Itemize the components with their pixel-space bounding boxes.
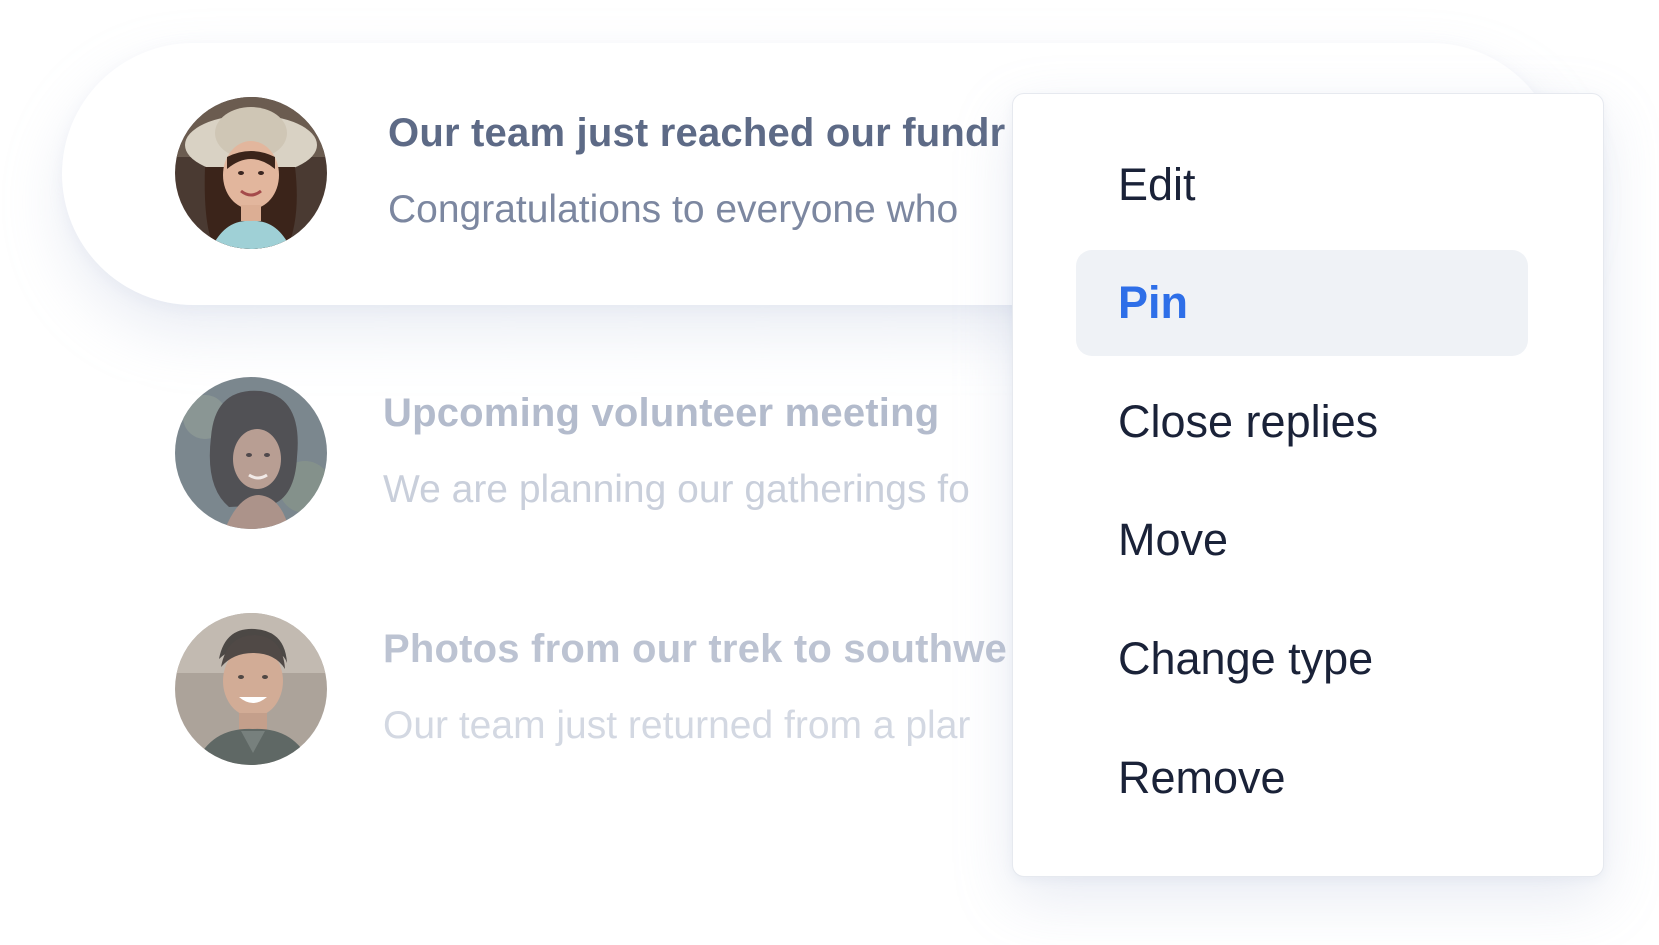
menu-item-edit[interactable]: Edit: [1076, 132, 1528, 238]
menu-item-close-replies[interactable]: Close replies: [1076, 369, 1528, 475]
thread-snippet: We are planning our gatherings fo: [383, 468, 970, 511]
thread-row[interactable]: Our team just reached our fundr Congratu…: [0, 90, 1010, 260]
thread-context-menu: Edit Pin Close replies Move Change type …: [1012, 93, 1604, 877]
menu-item-remove[interactable]: Remove: [1076, 725, 1528, 831]
thread-row[interactable]: Upcoming volunteer meeting We are planni…: [0, 370, 1010, 540]
woman-with-hat-avatar-icon: [175, 97, 327, 249]
thread-snippet: Our team just returned from a plar: [383, 704, 971, 747]
thread-snippet: Congratulations to everyone who: [388, 188, 959, 231]
menu-item-pin[interactable]: Pin: [1076, 250, 1528, 356]
menu-item-move[interactable]: Move: [1076, 487, 1528, 593]
avatar: [175, 377, 327, 529]
avatar: [175, 97, 327, 249]
thread-title: Our team just reached our fundr: [388, 111, 1006, 155]
thread-title: Photos from our trek to southwe: [383, 627, 1007, 671]
thread-row[interactable]: Photos from our trek to southwe Our team…: [0, 606, 1010, 776]
menu-item-change-type[interactable]: Change type: [1076, 606, 1528, 712]
smiling-man-avatar-icon: [175, 613, 327, 765]
woman-with-curly-hair-avatar-icon: [175, 377, 327, 529]
thread-title: Upcoming volunteer meeting: [383, 391, 940, 435]
message-board-stage: Our team just reached our fundr Congratu…: [0, 0, 1659, 945]
avatar: [175, 613, 327, 765]
